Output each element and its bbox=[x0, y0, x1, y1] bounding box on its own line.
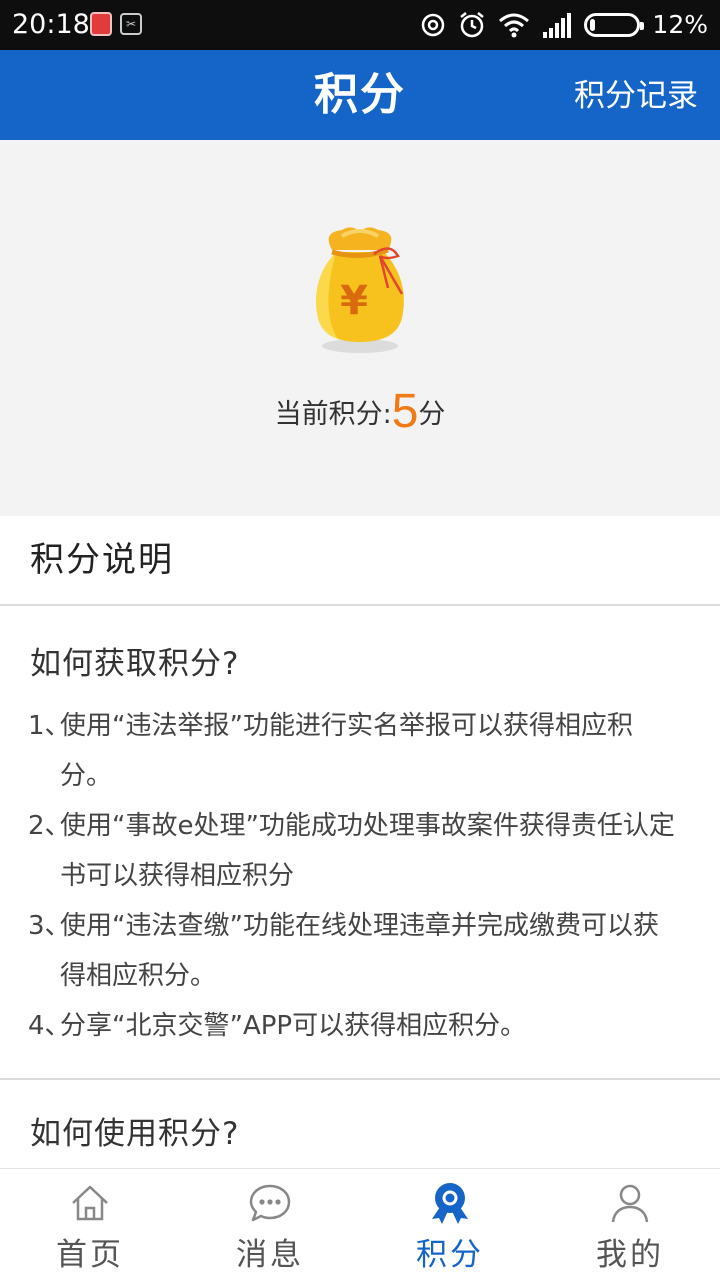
list-item: 3、 使用“违法查缴”功能在线处理违章并完成缴费可以获得相应积分。 bbox=[0, 901, 720, 1001]
screenshot-app-icon: ✂ bbox=[120, 13, 142, 35]
tab-label: 积分 bbox=[416, 1237, 484, 1273]
tab-mine[interactable]: 我的 bbox=[540, 1169, 720, 1280]
status-bar: 20:18 ✂ 12% bbox=[0, 0, 720, 50]
tab-label: 消息 bbox=[236, 1237, 304, 1273]
tab-messages[interactable]: 消息 bbox=[180, 1169, 360, 1280]
list-item: 2、 使用“事故e处理”功能成功处理事故案件获得责任认定书可以获得相应积分 bbox=[0, 801, 720, 901]
status-icons: 12% bbox=[420, 8, 708, 42]
award-badge-icon bbox=[432, 1183, 468, 1224]
earn-points-section: 如何获取积分? 1、 使用“违法举报”功能进行实名举报可以获得相应积分。 2、 … bbox=[0, 606, 720, 1078]
chat-icon bbox=[249, 1184, 291, 1222]
points-record-button[interactable]: 积分记录 bbox=[574, 50, 698, 142]
earn-rules-list: 1、 使用“违法举报”功能进行实名举报可以获得相应积分。 2、 使用“事故e处理… bbox=[0, 701, 720, 1051]
notification-app-icon bbox=[90, 12, 112, 36]
signal-icon bbox=[543, 13, 572, 38]
tab-home[interactable]: 首页 bbox=[0, 1169, 180, 1280]
alarm-icon bbox=[460, 12, 485, 38]
points-summary-card: ¥ 当前积分:5分 bbox=[0, 140, 720, 516]
tab-points[interactable]: 积分 bbox=[360, 1169, 540, 1280]
rule-text: 使用“事故e处理”功能成功处理事故案件获得责任认定书可以获得相应积分 bbox=[60, 811, 675, 891]
list-item: 1、 使用“违法举报”功能进行实名举报可以获得相应积分。 bbox=[0, 701, 720, 801]
money-bag-icon: ¥ bbox=[316, 227, 404, 353]
home-icon bbox=[72, 1185, 108, 1221]
use-points-title: 如何使用积分? bbox=[30, 1116, 240, 1152]
rule-text: 使用“违法查缴”功能在线处理违章并完成缴费可以获得相应积分。 bbox=[60, 911, 659, 991]
section-title: 积分说明 bbox=[30, 540, 174, 580]
points-description-header: 积分说明 bbox=[0, 516, 720, 606]
bag-symbol: ¥ bbox=[340, 278, 368, 324]
person-icon bbox=[611, 1184, 649, 1223]
tab-label: 首页 bbox=[56, 1237, 124, 1273]
current-points: 当前积分:5分 bbox=[0, 384, 720, 439]
points-value: 5 bbox=[391, 385, 419, 438]
points-unit: 分 bbox=[418, 399, 446, 430]
top-app-bar: 积分 积分记录 bbox=[0, 50, 720, 140]
rule-number: 1、 bbox=[28, 711, 71, 741]
battery-icon bbox=[584, 13, 645, 37]
rule-number: 4、 bbox=[28, 1011, 71, 1041]
rule-text: 分享“北京交警”APP可以获得相应积分。 bbox=[60, 1011, 527, 1041]
bottom-tab-bar: 首页 消息 积分 我的 bbox=[0, 1168, 720, 1280]
rule-number: 2、 bbox=[28, 811, 71, 841]
use-points-section: 如何使用积分? bbox=[0, 1080, 720, 1168]
status-time: 20:18 bbox=[12, 9, 90, 40]
rule-text: 使用“违法举报”功能进行实名举报可以获得相应积分。 bbox=[60, 711, 633, 791]
sync-icon bbox=[422, 13, 445, 37]
rule-number: 3、 bbox=[28, 911, 71, 941]
earn-points-title: 如何获取积分? bbox=[30, 646, 240, 682]
list-item: 4、 分享“北京交警”APP可以获得相应积分。 bbox=[0, 1001, 720, 1051]
tab-label: 我的 bbox=[596, 1237, 664, 1273]
wifi-icon bbox=[499, 13, 530, 38]
points-label: 当前积分: bbox=[274, 399, 392, 430]
battery-percent: 12% bbox=[652, 10, 708, 39]
